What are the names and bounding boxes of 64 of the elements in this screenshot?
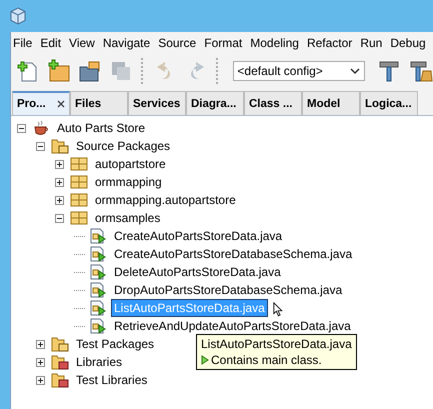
menu-item[interactable]: Format (204, 36, 242, 50)
expander-icon[interactable] (55, 196, 64, 204)
tree-item[interactable]: RetrieveAndUpdateAutoPartsStoreData.java (111, 317, 354, 335)
menu-item[interactable]: Navigate (102, 36, 150, 50)
config-dropdown[interactable]: <default config> (233, 61, 365, 81)
tree-item[interactable]: autopartstore (92, 155, 169, 173)
package-icon (70, 210, 88, 226)
panel-tab[interactable]: Class ... (244, 91, 302, 115)
expander-icon[interactable] (36, 340, 45, 348)
tree-item[interactable]: Source Packages (73, 137, 174, 155)
java-file-icon (89, 246, 107, 262)
package-icon (70, 156, 88, 172)
tree-item[interactable]: Auto Parts Store (54, 119, 148, 137)
library-folder-icon (51, 372, 69, 388)
expander-icon[interactable] (55, 160, 64, 168)
expander-icon[interactable] (36, 376, 45, 384)
tree-item[interactable]: ormmapping (92, 173, 165, 191)
library-folder-icon (51, 354, 69, 370)
expander-icon[interactable] (55, 178, 64, 186)
tree-item[interactable]: CreateAutoPartsStoreData.java (111, 227, 286, 245)
mouse-pointer-icon (273, 302, 283, 317)
menu-item[interactable]: Run (360, 36, 382, 50)
tooltip-text: Contains main class. (211, 353, 322, 367)
panel-tab[interactable]: Diagra... (186, 91, 244, 115)
package-folder-icon (51, 336, 69, 352)
expander-icon[interactable] (36, 142, 45, 150)
panel-tab[interactable]: Pro... (12, 91, 70, 115)
java-file-icon (89, 318, 107, 334)
tree-item[interactable]: ormmapping.autopartstore (92, 191, 239, 209)
chevron-down-icon[interactable] (350, 67, 360, 75)
expander-icon[interactable] (55, 214, 64, 222)
menu-item[interactable]: File (13, 36, 32, 50)
menu-item[interactable]: Source (158, 36, 196, 50)
tree-item[interactable]: Test Packages (73, 335, 158, 353)
tree-item[interactable]: Test Libraries (73, 371, 150, 389)
play-icon (201, 355, 209, 365)
java-file-icon (89, 228, 107, 244)
menu-item[interactable]: Modeling (250, 36, 299, 50)
java-file-icon (89, 300, 107, 316)
tree-item[interactable]: ormsamples (92, 209, 164, 227)
close-icon[interactable] (57, 100, 65, 108)
tree-item[interactable]: DropAutoPartsStoreDatabaseSchema.java (111, 281, 346, 299)
expander-icon[interactable] (36, 358, 45, 366)
panel-tab[interactable]: Services (128, 91, 186, 115)
panel-tab[interactable]: Logica... (360, 91, 418, 115)
tree-item[interactable]: DeleteAutoPartsStoreData.java (111, 263, 284, 281)
expander-icon[interactable] (17, 124, 26, 132)
menu-item[interactable]: Debug (390, 36, 426, 50)
menu-item[interactable]: Refactor (306, 36, 352, 50)
panel-tab[interactable]: Files (70, 91, 128, 115)
new-folder-icon[interactable] (46, 58, 72, 84)
menu-item[interactable]: Edit (40, 36, 62, 50)
coffee-cup-icon (32, 120, 50, 136)
menu-item[interactable]: View (69, 36, 95, 50)
app-icon (10, 7, 26, 25)
panel-tab[interactable]: Model (302, 91, 360, 115)
tree-item[interactable]: CreateAutoPartsStoreDatabaseSchema.java (111, 245, 356, 263)
tree-item[interactable]: Libraries (73, 353, 126, 371)
java-file-icon (89, 264, 107, 280)
package-icon (70, 174, 88, 190)
java-file-icon (89, 282, 107, 298)
tooltip-title: ListAutoPartsStoreData.java (201, 337, 352, 351)
package-folder-icon (51, 138, 69, 154)
package-icon (70, 192, 88, 208)
